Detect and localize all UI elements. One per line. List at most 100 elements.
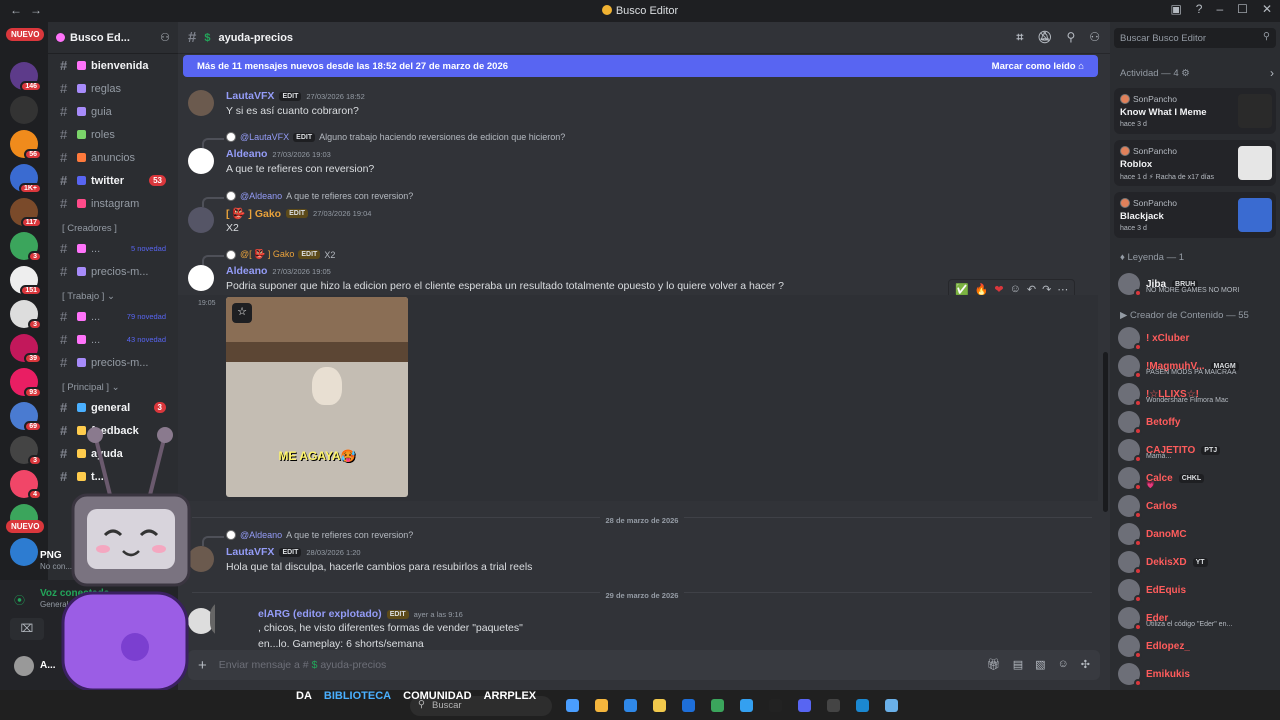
overlay-tab[interactable]: ARRPLEX: [484, 690, 537, 702]
server-icon[interactable]: [10, 538, 38, 566]
member-item[interactable]: Jiba BRUH NO MORE GAMES NO MORI: [1118, 270, 1276, 298]
forward-icon[interactable]: ↷: [1042, 283, 1051, 296]
member-item[interactable]: Calce CHKL 💗: [1118, 464, 1276, 492]
avatar[interactable]: [188, 265, 214, 291]
taskbar-app-icon[interactable]: [769, 699, 782, 712]
member-item[interactable]: ! xCluber: [1118, 324, 1276, 352]
reply-preview[interactable]: @Aldeano A que te refieres con reversion…: [226, 191, 413, 201]
reply-preview[interactable]: @[ 👺 ] Gako EDIT X2: [226, 249, 335, 260]
taskbar-app-icon[interactable]: [566, 699, 579, 712]
taskbar-app-icon[interactable]: [624, 699, 637, 712]
overlay-tab[interactable]: COMUNIDAD: [403, 690, 471, 702]
avatar[interactable]: [188, 207, 214, 233]
member-item[interactable]: !MagmuhV... MAGM PASEN MODS PA MAICRAA: [1118, 352, 1276, 380]
threads-icon[interactable]: ⌗: [1016, 30, 1023, 45]
username[interactable]: elARG (editor explotado): [258, 608, 382, 620]
avatar[interactable]: [188, 148, 214, 174]
composer-placeholder[interactable]: Enviar mensaje a # $ ayuda-precios: [219, 659, 387, 671]
gif-icon[interactable]: ▤: [1013, 658, 1023, 671]
member-item[interactable]: Emikukis: [1118, 660, 1276, 688]
pin-icon[interactable]: ⚲: [1066, 30, 1075, 45]
taskbar-app-icon[interactable]: [653, 699, 666, 712]
member-item[interactable]: Betoffy: [1118, 408, 1276, 436]
sticker-icon[interactable]: ▧: [1035, 658, 1045, 671]
channel-item[interactable]: # reglas: [48, 77, 178, 100]
reply-icon[interactable]: ↶: [1027, 283, 1036, 296]
member-item[interactable]: DanoMC: [1118, 520, 1276, 548]
server-icon[interactable]: 151: [10, 266, 42, 296]
server-icon[interactable]: 69: [10, 402, 42, 432]
member-item[interactable]: Edlopez_: [1118, 632, 1276, 660]
close-button[interactable]: ✕: [1262, 2, 1272, 16]
taskbar-app-icon[interactable]: [856, 699, 869, 712]
gift-icon[interactable]: 🎁︎: [987, 658, 1001, 671]
channel-item[interactable]: #... 79 novedad: [48, 305, 178, 328]
channel-item[interactable]: # precios-m...: [48, 260, 178, 283]
message-composer[interactable]: + Enviar mensaje a # $ ayuda-precios 🎁︎ …: [188, 650, 1100, 680]
apps-icon[interactable]: ✣: [1081, 658, 1090, 671]
username[interactable]: LautaVFX: [226, 90, 274, 102]
member-item[interactable]: Eder Utiliza el código "Eder" en...: [1118, 604, 1276, 632]
server-icon[interactable]: 39: [10, 334, 42, 364]
channel-item[interactable]: # twitter 53: [48, 169, 178, 192]
taskbar-app-icon[interactable]: [682, 699, 695, 712]
more-icon[interactable]: ⋯: [1057, 283, 1068, 296]
server-icon[interactable]: 146: [10, 62, 42, 92]
reply-preview[interactable]: @LautaVFX EDIT Alguno trabajo haciendo r…: [226, 132, 565, 142]
inbox-icon[interactable]: ▣: [1170, 2, 1181, 16]
help-icon[interactable]: ?: [1196, 2, 1203, 16]
guild-header[interactable]: Busco Ed... ⚇: [48, 22, 178, 54]
activity-card[interactable]: SonPancho Blackjack hace 3 d: [1114, 192, 1276, 238]
username[interactable]: Aldeano: [226, 265, 267, 277]
overlay-tab[interactable]: BIBLIOTECA: [324, 690, 391, 702]
server-icon[interactable]: 56: [10, 130, 42, 160]
maximize-button[interactable]: ☐: [1237, 2, 1248, 16]
new-messages-bar[interactable]: Más de 11 mensajes nuevos desde las 18:5…: [183, 55, 1098, 77]
channel-item[interactable]: # anuncios: [48, 146, 178, 169]
taskbar-app-icon[interactable]: [798, 699, 811, 712]
chevron-right-icon[interactable]: ›: [1270, 66, 1274, 80]
channel-item[interactable]: # roles: [48, 123, 178, 146]
server-icon[interactable]: 1K+: [10, 164, 42, 194]
channel-item[interactable]: # bienvenida: [48, 54, 178, 77]
channel-item[interactable]: #... 43 novedad: [48, 328, 178, 351]
camera-button[interactable]: ⌧: [10, 618, 44, 640]
fire-react-icon[interactable]: 🔥: [975, 283, 989, 296]
add-member-icon[interactable]: ⚇: [160, 31, 170, 44]
taskbar-app-icon[interactable]: [827, 699, 840, 712]
check-react-icon[interactable]: ✅: [955, 283, 969, 296]
search-input[interactable]: Buscar Busco Editor ⚲: [1114, 28, 1276, 48]
chat-scrollbar[interactable]: [1103, 352, 1108, 512]
add-reaction-icon[interactable]: ☺: [1010, 283, 1021, 295]
channel-item[interactable]: # instagram: [48, 192, 178, 215]
emoji-icon[interactable]: ☺: [1058, 658, 1069, 671]
reply-preview[interactable]: @Aldeano A que te refieres con reversion…: [226, 530, 413, 540]
activity-card[interactable]: SonPancho Know What I Meme hace 3 d: [1114, 88, 1276, 134]
mark-read-button[interactable]: Marcar como leído ⌂: [992, 61, 1084, 72]
overlay-tab[interactable]: DA: [296, 690, 312, 702]
channel-item[interactable]: # general 3: [48, 396, 178, 419]
category-creadores[interactable]: [ Creadores ]: [48, 215, 178, 237]
channel-item[interactable]: #... 5 novedad: [48, 237, 178, 260]
member-item[interactable]: Carlos: [1118, 492, 1276, 520]
channel-item[interactable]: # precios-m...: [48, 351, 178, 374]
member-item[interactable]: DekisXD YT: [1118, 548, 1276, 576]
members-icon[interactable]: ⚇: [1089, 30, 1100, 45]
taskbar-app-icon[interactable]: [885, 699, 898, 712]
minimize-button[interactable]: –: [1216, 2, 1223, 16]
server-icon[interactable]: 117: [10, 198, 42, 228]
server-icon[interactable]: 4: [10, 470, 42, 500]
heart-react-icon[interactable]: ❤: [994, 283, 1003, 296]
member-item[interactable]: EdEquis: [1118, 576, 1276, 604]
activity-card[interactable]: SonPancho Roblox hace 1 d ⚡ Racha de x17 d…: [1114, 140, 1276, 186]
mute-icon[interactable]: 🔕︎: [1037, 30, 1052, 45]
username[interactable]: [ 👺 ] Gako: [226, 207, 281, 220]
server-icon[interactable]: 93: [10, 368, 42, 398]
avatar[interactable]: [14, 656, 34, 676]
username[interactable]: LautaVFX: [226, 546, 274, 558]
channel-item[interactable]: # guia: [48, 100, 178, 123]
server-icon[interactable]: 3: [10, 300, 42, 330]
server-icon[interactable]: [10, 96, 38, 124]
member-item[interactable]: !☆LLIXS☆! Wondershare Filmora Mac: [1118, 380, 1276, 408]
favorite-star-icon[interactable]: ☆: [232, 303, 252, 323]
